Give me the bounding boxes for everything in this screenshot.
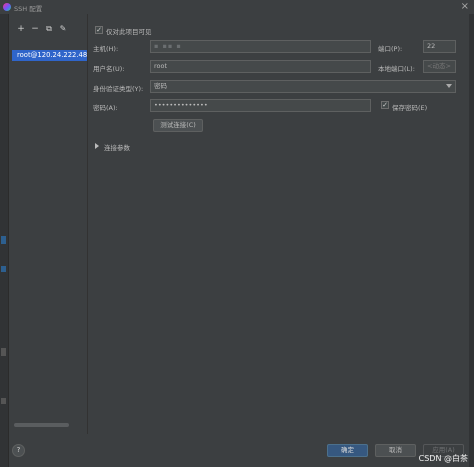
local-port-input[interactable]: <动态> — [423, 60, 456, 73]
edge-mark — [1, 398, 6, 404]
edit-icon[interactable]: ✎ — [58, 24, 68, 34]
edge-mark — [1, 348, 6, 356]
password-value: •••••••••••••• — [154, 101, 208, 109]
remove-icon[interactable]: − — [30, 24, 40, 34]
window-close-icon[interactable]: × — [461, 1, 469, 13]
project-only-label: 仅对此项目可见 — [106, 28, 152, 36]
auth-type-select[interactable]: 密码 — [150, 80, 456, 93]
background-app-edge — [0, 14, 9, 467]
username-label: 用户名(U): — [93, 65, 125, 73]
connection-params-toggle[interactable]: 连接参数 — [104, 142, 130, 152]
background-app-edge-right — [469, 14, 474, 467]
chevron-down-icon — [446, 84, 452, 88]
auth-type-value: 密码 — [154, 82, 167, 90]
port-label: 端口(P): — [378, 45, 403, 53]
save-password-checkbox[interactable]: ✓ — [381, 101, 389, 109]
edge-mark — [1, 266, 6, 272]
project-only-checkbox[interactable]: ✓ — [95, 26, 103, 34]
password-label: 密码(A): — [93, 104, 118, 112]
expand-arrow-icon[interactable] — [95, 143, 99, 149]
test-connection-button[interactable]: 测试连接(C) — [153, 119, 203, 132]
horizontal-scrollbar[interactable] — [14, 423, 69, 427]
host-label: 主机(H): — [93, 45, 119, 53]
server-list-item[interactable]: root@120.24.222.48: — [12, 50, 87, 61]
server-list-panel: + − ⧉ ✎ root@120.24.222.48: — [9, 14, 88, 434]
watermark: CSDN @白茶 — [418, 454, 468, 463]
title-bar — [0, 0, 474, 14]
edge-mark — [1, 236, 6, 244]
port-input[interactable]: 22 — [423, 40, 456, 53]
auth-type-label: 身份验证类型(Y): — [93, 85, 144, 93]
port-value: 22 — [427, 42, 436, 50]
save-password-label: 保存密码(E) — [392, 104, 428, 112]
ok-button[interactable]: 确定 — [327, 444, 368, 457]
password-input[interactable]: •••••••••••••• — [150, 99, 371, 112]
username-value: root — [154, 62, 168, 70]
help-button[interactable]: ? — [12, 444, 25, 457]
app-logo-icon — [3, 3, 11, 11]
add-icon[interactable]: + — [16, 24, 26, 34]
username-input[interactable]: root — [150, 60, 371, 73]
host-redacted-mark: ▪ ▪▪ ▪ — [154, 42, 182, 50]
host-input[interactable]: ▪ ▪▪ ▪ — [150, 40, 371, 53]
local-port-value: <动态> — [427, 62, 451, 70]
local-port-label: 本地端口(L): — [378, 65, 415, 73]
cancel-button[interactable]: 取消 — [375, 444, 416, 457]
window-title: SSH 配置 — [14, 5, 43, 13]
copy-icon[interactable]: ⧉ — [44, 24, 54, 34]
